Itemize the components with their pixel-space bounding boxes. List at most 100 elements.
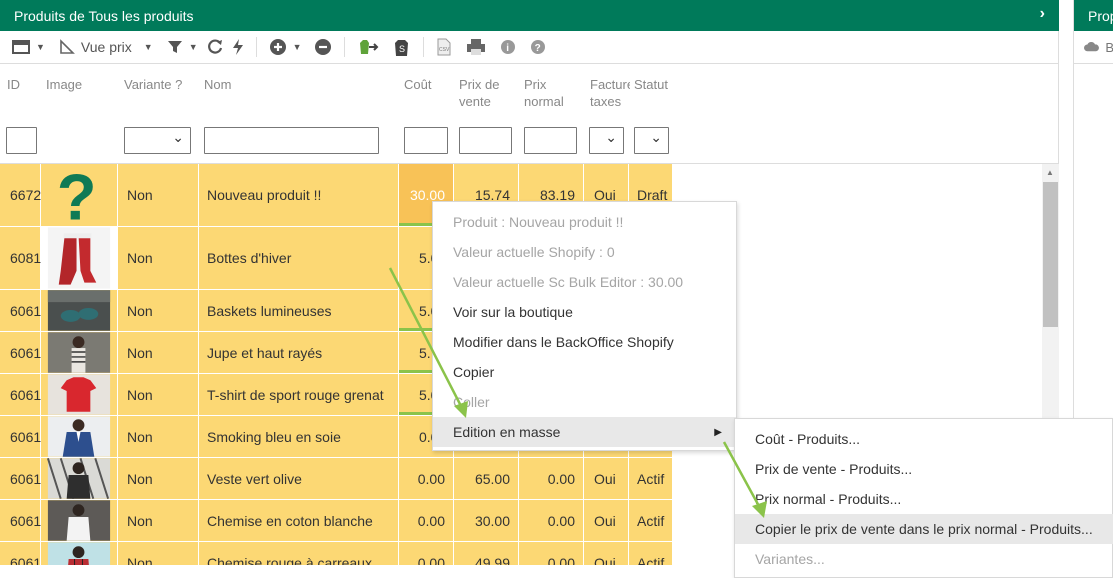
cell-sale-price[interactable]: 65.00: [454, 458, 519, 499]
cell-variant[interactable]: Non: [118, 332, 199, 373]
cell-image[interactable]: [41, 332, 118, 373]
cell-status[interactable]: Actif: [629, 500, 673, 541]
menu-item-bulk-edit[interactable]: Edition en masse ▶: [433, 417, 736, 447]
cell-variant[interactable]: Non: [118, 458, 199, 499]
cell-variant[interactable]: Non: [118, 227, 199, 289]
cell-name[interactable]: Chemise en coton blanche: [199, 500, 399, 541]
submenu-item-normal-price[interactable]: Prix normal - Produits...: [735, 484, 1113, 514]
shopify-export-button[interactable]: [353, 31, 383, 64]
cell-name[interactable]: Smoking bleu en soie: [199, 416, 399, 457]
cell-name[interactable]: T-shirt de sport rouge grenat: [199, 374, 399, 415]
table-row[interactable]: 6061 Non Chemise en coton blanche 0.00 3…: [0, 500, 673, 542]
cell-id[interactable]: 6081: [0, 227, 41, 289]
cell-image[interactable]: [41, 416, 118, 457]
add-button[interactable]: ▼: [265, 31, 306, 64]
cell-id[interactable]: 6061: [0, 374, 41, 415]
submenu-item-cost[interactable]: Coût - Produits...: [735, 424, 1113, 454]
cell-image[interactable]: [41, 458, 118, 499]
cell-id[interactable]: 6061: [0, 290, 41, 331]
filter-variant-select[interactable]: [124, 127, 191, 154]
column-header-sale-price[interactable]: Prix de vente: [459, 76, 515, 110]
view-select[interactable]: Vue prix ▼: [55, 31, 157, 64]
cell-id[interactable]: 6061: [0, 542, 41, 565]
lightning-button[interactable]: [228, 31, 248, 64]
cell-status[interactable]: Actif: [629, 458, 673, 499]
cell-id[interactable]: 6061: [0, 500, 41, 541]
cell-name[interactable]: Chemise rouge à carreaux: [199, 542, 399, 565]
scrollbar-thumb[interactable]: [1043, 182, 1058, 327]
cell-image[interactable]: [41, 227, 118, 289]
column-header-tax[interactable]: Facture taxes: [590, 76, 630, 110]
shopify-bag-button[interactable]: S: [389, 31, 415, 64]
cell-normal-price[interactable]: 0.00: [519, 500, 584, 541]
cell-tax[interactable]: Oui: [584, 542, 629, 565]
cell-variant[interactable]: Non: [118, 290, 199, 331]
refresh-button[interactable]: [202, 31, 228, 64]
column-header-status[interactable]: Statut: [634, 76, 668, 93]
cell-cost[interactable]: 0.00: [399, 458, 454, 499]
context-menu: Produit : Nouveau produit !! Valeur actu…: [432, 201, 737, 451]
cell-name[interactable]: Veste vert olive: [199, 458, 399, 499]
filter-sale-price-input[interactable]: [459, 127, 512, 154]
column-header-id[interactable]: ID: [7, 76, 20, 93]
print-button[interactable]: [462, 31, 490, 64]
cell-name[interactable]: Bottes d'hiver: [199, 227, 399, 289]
menu-item-label: Copier: [453, 364, 495, 380]
column-header-variant[interactable]: Variante ?: [124, 76, 182, 93]
info-button[interactable]: i: [496, 31, 520, 64]
cell-variant[interactable]: Non: [118, 164, 199, 226]
cell-image[interactable]: [41, 542, 118, 565]
filter-status-select[interactable]: [634, 127, 669, 154]
cell-variant[interactable]: Non: [118, 542, 199, 565]
cell-name[interactable]: Jupe et haut rayés: [199, 332, 399, 373]
filter-button[interactable]: ▼: [163, 31, 202, 64]
cell-sale-price[interactable]: 30.00: [454, 500, 519, 541]
table-row[interactable]: 6061 Non Veste vert olive 0.00 65.00 0.0…: [0, 458, 673, 500]
cell-tax[interactable]: Oui: [584, 458, 629, 499]
column-header-normal-price[interactable]: Prix normal: [524, 76, 580, 110]
cell-sale-price[interactable]: 49.99: [454, 542, 519, 565]
submenu-item-copy-sale-to-normal[interactable]: Copier le prix de vente dans le prix nor…: [735, 514, 1113, 544]
chevron-right-icon[interactable]: ›: [1040, 5, 1045, 23]
cell-variant[interactable]: Non: [118, 500, 199, 541]
table-row[interactable]: 6061 Non Chemise rouge à carreaux 0.00 4…: [0, 542, 673, 565]
submenu-item-sale-price[interactable]: Prix de vente - Produits...: [735, 454, 1113, 484]
cell-id[interactable]: 6061: [0, 416, 41, 457]
cell-cost[interactable]: 0.00: [399, 500, 454, 541]
properties-toolbar-label[interactable]: B: [1105, 40, 1113, 55]
cell-id[interactable]: 6061: [0, 332, 41, 373]
remove-button[interactable]: [310, 31, 336, 64]
menu-item-copy[interactable]: Copier: [433, 357, 736, 387]
filter-tax-select[interactable]: [589, 127, 624, 154]
cell-name[interactable]: Baskets lumineuses: [199, 290, 399, 331]
scroll-up-icon[interactable]: ▲: [1046, 168, 1054, 177]
cell-id[interactable]: 6061: [0, 458, 41, 499]
column-header-name[interactable]: Nom: [204, 76, 231, 93]
cell-normal-price[interactable]: 0.00: [519, 542, 584, 565]
filter-id-input[interactable]: [6, 127, 37, 154]
column-header-cost[interactable]: Coût: [404, 76, 431, 93]
cell-variant[interactable]: Non: [118, 416, 199, 457]
cell-normal-price[interactable]: 0.00: [519, 458, 584, 499]
help-button[interactable]: ?: [526, 31, 550, 64]
column-header-image[interactable]: Image: [46, 76, 82, 93]
cell-image[interactable]: ?: [41, 164, 118, 226]
cell-variant[interactable]: Non: [118, 374, 199, 415]
filter-normal-price-input[interactable]: [524, 127, 577, 154]
csv-button[interactable]: CSV: [432, 31, 456, 64]
cell-image[interactable]: [41, 374, 118, 415]
cell-cost[interactable]: 0.00: [399, 542, 454, 565]
cell-image[interactable]: [41, 500, 118, 541]
filter-cost-input[interactable]: [404, 127, 448, 154]
cell-status[interactable]: Actif: [629, 542, 673, 565]
cell-tax[interactable]: Oui: [584, 500, 629, 541]
cell-image[interactable]: [41, 290, 118, 331]
menu-item-edit-backoffice[interactable]: Modifier dans le BackOffice Shopify: [433, 327, 736, 357]
filter-name-input[interactable]: [204, 127, 379, 154]
cell-id[interactable]: 6672: [0, 164, 41, 226]
grid-view-button[interactable]: ▼: [8, 31, 49, 64]
cell-name[interactable]: Nouveau produit !!: [199, 164, 399, 226]
cloud-icon[interactable]: [1084, 40, 1099, 54]
menu-item-view-store[interactable]: Voir sur la boutique: [433, 297, 736, 327]
lightning-icon: [232, 39, 243, 55]
